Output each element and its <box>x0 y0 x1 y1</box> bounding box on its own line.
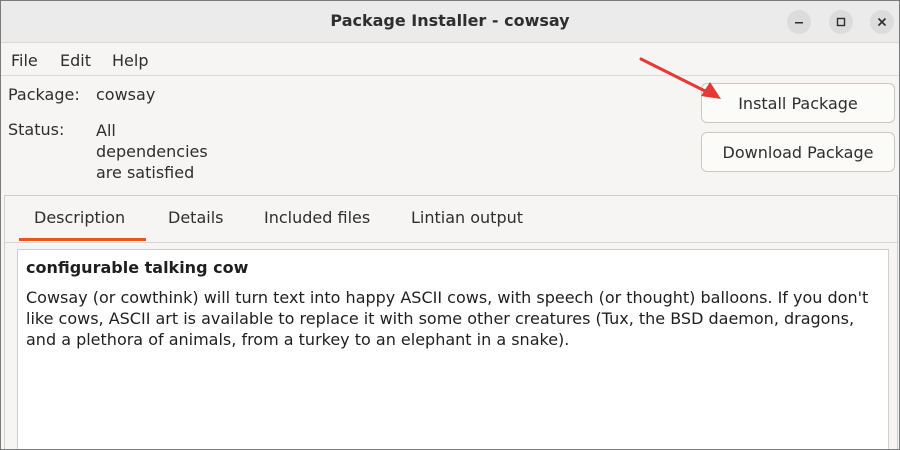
maximize-button[interactable] <box>829 10 853 34</box>
details-notebook: Description Details Included files Linti… <box>4 195 898 449</box>
package-name-value: cowsay <box>96 85 156 104</box>
title-bar[interactable]: Package Installer - cowsay <box>1 1 899 43</box>
window-title: Package Installer - cowsay <box>330 11 570 30</box>
menu-edit[interactable]: Edit <box>60 51 91 70</box>
annotation-arrow-icon <box>639 57 721 99</box>
menu-help[interactable]: Help <box>112 51 148 70</box>
download-package-button[interactable]: Download Package <box>701 132 895 172</box>
tab-description[interactable]: Description <box>34 208 125 227</box>
tab-lintian-output[interactable]: Lintian output <box>411 208 523 227</box>
tab-strip: Description Details Included files Linti… <box>5 196 897 243</box>
menu-file[interactable]: File <box>11 51 38 70</box>
description-text-view[interactable]: configurable talking cow Cowsay (or cowt… <box>17 249 889 449</box>
status-value: All dependencies are satisfied <box>96 121 208 182</box>
status-label: Status: <box>8 120 65 139</box>
close-icon <box>876 16 888 28</box>
tab-included-files[interactable]: Included files <box>264 208 370 227</box>
package-summary: configurable talking cow <box>26 258 249 277</box>
minimize-button[interactable] <box>787 10 811 34</box>
menu-bar: File Edit Help <box>1 43 899 76</box>
active-tab-indicator <box>19 238 146 241</box>
package-label: Package: <box>8 85 80 104</box>
package-installer-window: Package Installer - cowsay File Edit Hel… <box>0 0 900 450</box>
minimize-icon <box>793 16 805 28</box>
package-description: Cowsay (or cowthink) will turn text into… <box>26 288 869 349</box>
close-button[interactable] <box>870 10 894 34</box>
maximize-icon <box>835 16 847 28</box>
tab-details[interactable]: Details <box>168 208 223 227</box>
